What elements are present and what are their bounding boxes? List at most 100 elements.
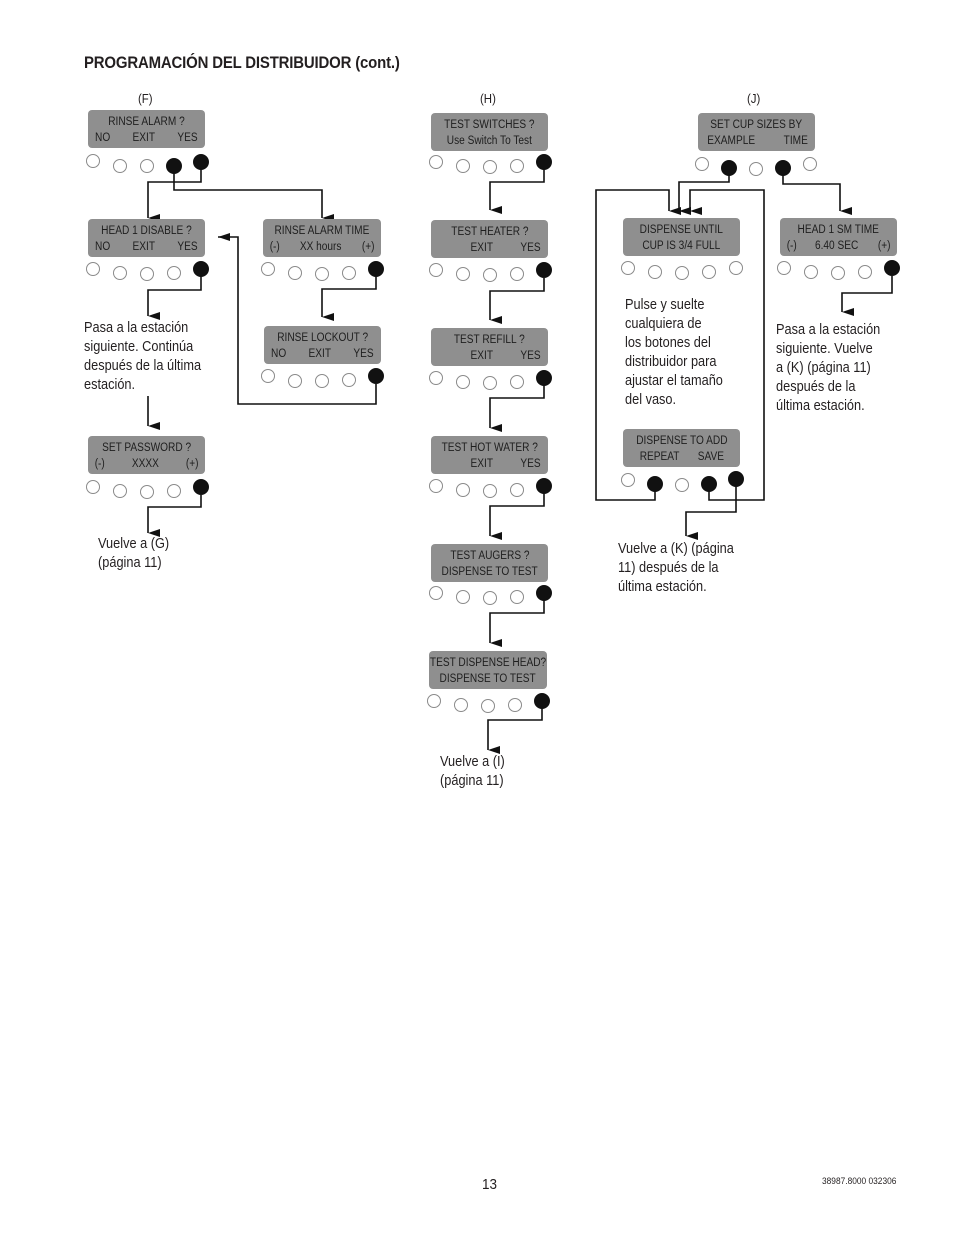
panel-button-pressed[interactable] — [647, 476, 663, 492]
panel-button[interactable] — [483, 376, 497, 390]
panel-button[interactable] — [481, 699, 495, 713]
panel-button[interactable] — [456, 375, 470, 389]
panel-button[interactable] — [288, 266, 302, 280]
panel-button[interactable] — [510, 590, 524, 604]
panel-button[interactable] — [113, 266, 127, 280]
panel-button[interactable] — [648, 265, 662, 279]
panel-button-pressed[interactable] — [536, 154, 552, 170]
panel-button[interactable] — [140, 267, 154, 281]
connector-f-yes-to-head1 — [147, 168, 202, 222]
lcd-test-dispense-head: TEST DISPENSE HEAD? DISPENSE TO TEST — [429, 651, 547, 689]
panel-button[interactable] — [510, 159, 524, 173]
lcd-value: XXXX — [131, 458, 159, 470]
panel-button[interactable] — [429, 479, 443, 493]
panel-button[interactable] — [342, 266, 356, 280]
panel-button-pressed[interactable] — [536, 585, 552, 601]
panel-button[interactable] — [695, 157, 709, 171]
lcd-rinse-lockout: RINSE LOCKOUT ? NO EXIT YES — [264, 326, 381, 364]
panel-button[interactable] — [427, 694, 441, 708]
panel-button[interactable] — [429, 586, 443, 600]
panel-button-pressed[interactable] — [368, 368, 384, 384]
panel-button[interactable] — [429, 155, 443, 169]
panel-button[interactable] — [167, 266, 181, 280]
lcd-option-exit: EXIT — [132, 132, 155, 144]
panel-button[interactable] — [456, 267, 470, 281]
panel-button[interactable] — [483, 484, 497, 498]
panel-button[interactable] — [803, 157, 817, 171]
lcd-line: DISPENSE TO TEST — [441, 566, 538, 578]
panel-button[interactable] — [86, 154, 100, 168]
lcd-option-yes: YES — [177, 241, 198, 253]
panel-button[interactable] — [113, 484, 127, 498]
panel-button-pressed[interactable] — [721, 160, 737, 176]
panel-button-pressed[interactable] — [775, 160, 791, 176]
section-label-h: (H) — [480, 91, 496, 106]
lcd-line: TEST AUGERS ? — [449, 550, 530, 562]
panel-button-pressed[interactable] — [536, 478, 552, 494]
panel-button[interactable] — [342, 373, 356, 387]
lcd-test-hot-water: TEST HOT WATER ? EXIT YES — [431, 436, 548, 474]
panel-button[interactable] — [429, 263, 443, 277]
panel-button[interactable] — [483, 591, 497, 605]
panel-button-pressed[interactable] — [193, 261, 209, 277]
lcd-line: SET CUP SIZES BY — [710, 119, 803, 131]
lcd-line: DISPENSE UNTIL — [639, 224, 724, 236]
panel-button[interactable] — [483, 160, 497, 174]
panel-button[interactable] — [858, 265, 872, 279]
connector-j-time — [782, 174, 852, 215]
lcd-head1-sm-time: HEAD 1 SM TIME (-) 6.40 SEC (+) — [780, 218, 897, 256]
lcd-option-exit: EXIT — [132, 241, 155, 253]
panel-button[interactable] — [804, 265, 818, 279]
panel-button[interactable] — [429, 371, 443, 385]
lcd-option-no: NO — [95, 241, 111, 253]
panel-button[interactable] — [456, 590, 470, 604]
lcd-rinse-alarm: RINSE ALARM ? NO EXIT YES — [88, 110, 205, 148]
panel-button[interactable] — [831, 266, 845, 280]
lcd-option-time: TIME — [783, 135, 808, 147]
panel-button-pressed[interactable] — [536, 370, 552, 386]
panel-button-pressed[interactable] — [728, 471, 744, 487]
panel-button-pressed[interactable] — [534, 693, 550, 709]
panel-button[interactable] — [675, 478, 689, 492]
panel-button-pressed[interactable] — [166, 158, 182, 174]
panel-button[interactable] — [483, 268, 497, 282]
panel-button[interactable] — [113, 159, 127, 173]
panel-button[interactable] — [508, 698, 522, 712]
panel-button-pressed[interactable] — [884, 260, 900, 276]
panel-button[interactable] — [510, 483, 524, 497]
panel-button[interactable] — [261, 369, 275, 383]
panel-button-pressed[interactable] — [701, 476, 717, 492]
panel-button[interactable] — [86, 262, 100, 276]
lcd-option-exit: EXIT — [470, 350, 494, 362]
panel-button-pressed[interactable] — [193, 154, 209, 170]
connector-head1-to-note — [147, 276, 202, 320]
panel-button[interactable] — [288, 374, 302, 388]
panel-button[interactable] — [510, 375, 524, 389]
panel-button[interactable] — [510, 267, 524, 281]
lcd-option-plus: (+) — [361, 241, 375, 253]
section-label-f: (F) — [138, 91, 153, 106]
panel-button[interactable] — [456, 483, 470, 497]
panel-button[interactable] — [140, 159, 154, 173]
note-adjust-cup: Pulse y suelte cualquiera de los botones… — [625, 297, 723, 408]
panel-button[interactable] — [315, 267, 329, 281]
panel-button[interactable] — [315, 374, 329, 388]
panel-button[interactable] — [777, 261, 791, 275]
panel-button[interactable] — [456, 159, 470, 173]
panel-button-pressed[interactable] — [368, 261, 384, 277]
lcd-line: DISPENSE TO ADD — [635, 435, 728, 447]
panel-button-pressed[interactable] — [193, 479, 209, 495]
panel-button[interactable] — [702, 265, 716, 279]
panel-button[interactable] — [621, 261, 635, 275]
panel-button[interactable] — [749, 162, 763, 176]
panel-button-pressed[interactable] — [536, 262, 552, 278]
panel-button[interactable] — [261, 262, 275, 276]
panel-button[interactable] — [86, 480, 100, 494]
panel-button[interactable] — [675, 266, 689, 280]
panel-button[interactable] — [454, 698, 468, 712]
panel-button[interactable] — [140, 485, 154, 499]
panel-button[interactable] — [621, 473, 635, 487]
panel-button[interactable] — [729, 261, 743, 275]
panel-button[interactable] — [167, 484, 181, 498]
flow-connectors — [147, 168, 893, 754]
